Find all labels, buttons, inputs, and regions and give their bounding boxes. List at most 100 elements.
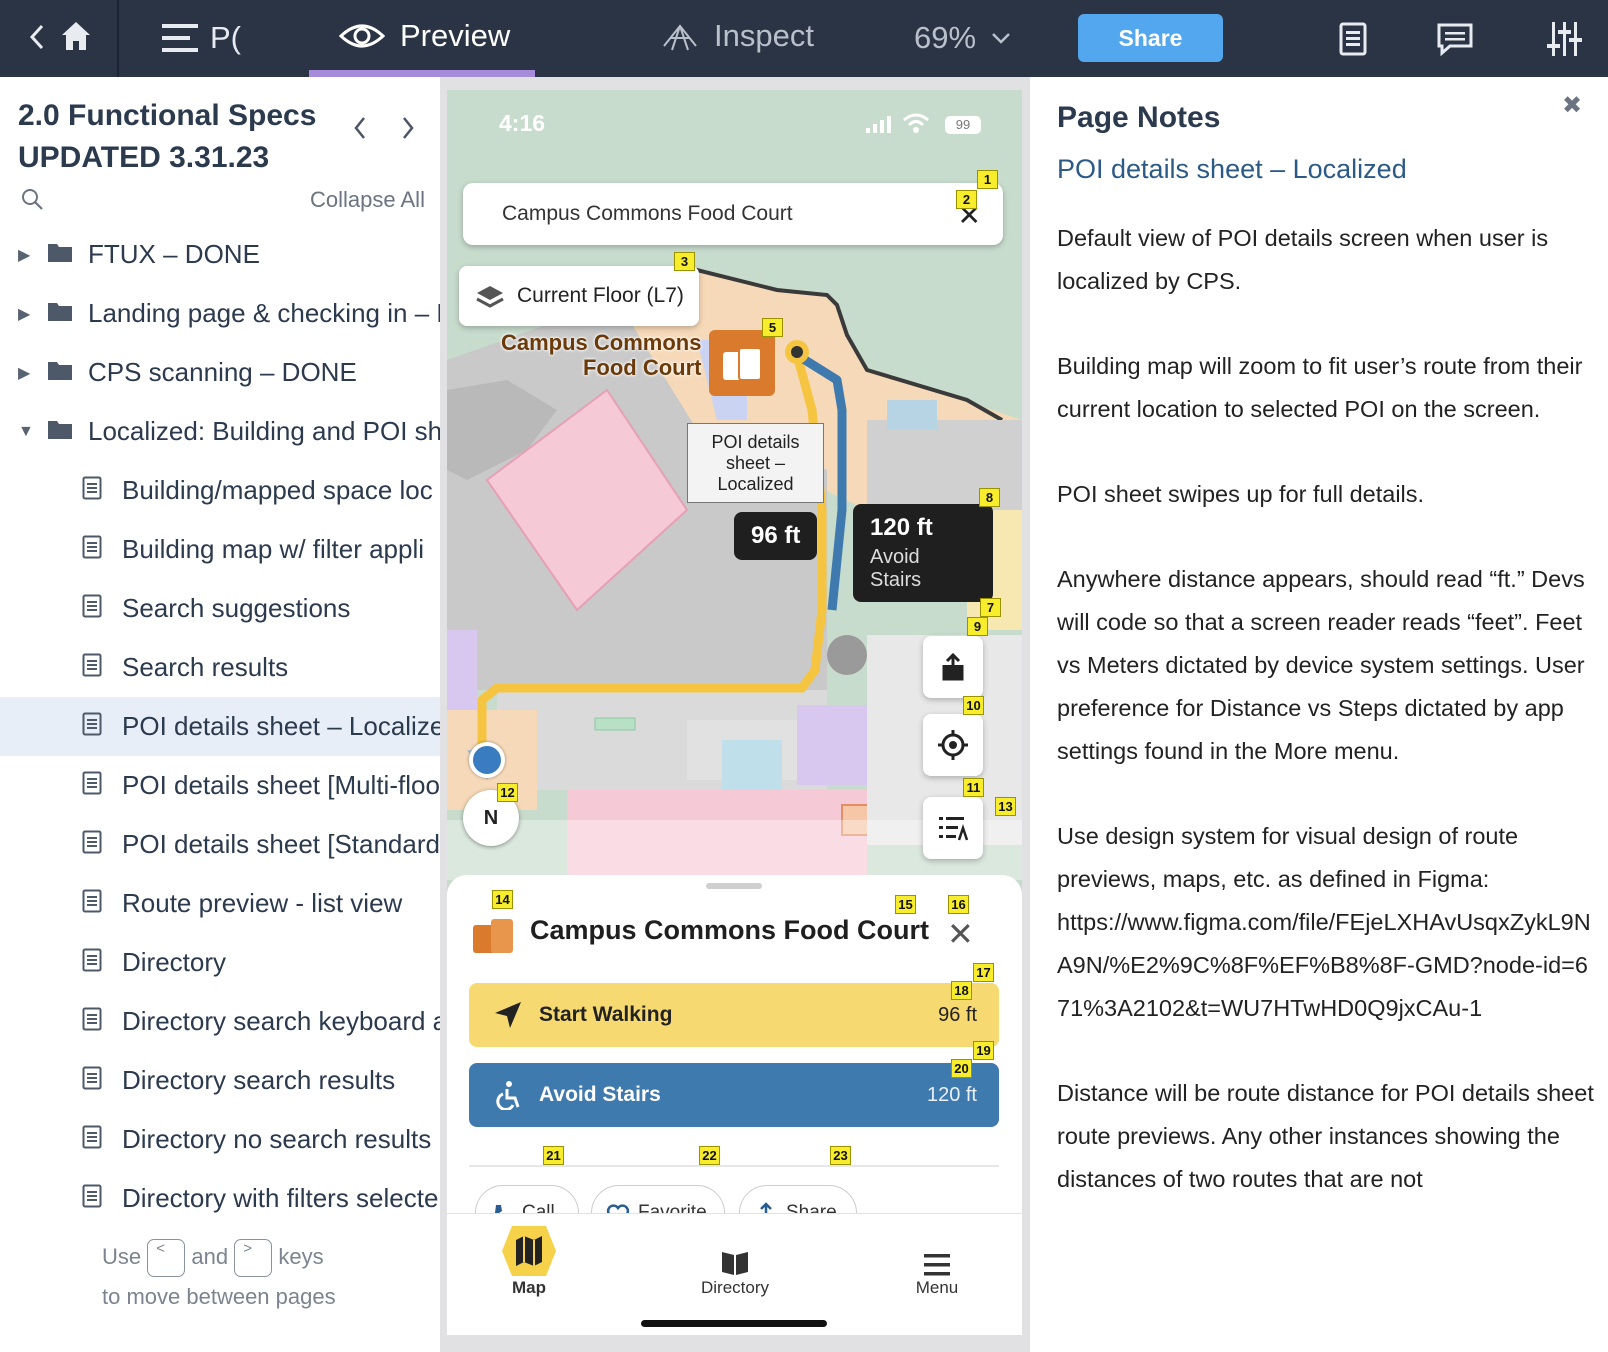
back-icon[interactable]	[28, 22, 46, 52]
start-walking-button[interactable]: Start Walking 96 ft	[469, 983, 999, 1047]
tree-item-label: Directory with filters selecte	[122, 1183, 439, 1213]
tree-item-label: Directory search results	[122, 1065, 396, 1095]
close-notes-icon[interactable]: ✖	[1562, 91, 1582, 120]
annotation-marker[interactable]: 5	[762, 318, 783, 337]
tree-page[interactable]: Building/mapped space loc	[0, 461, 440, 520]
tab-inspect[interactable]: Inspect	[660, 18, 814, 54]
search-icon[interactable]	[20, 187, 44, 216]
note-paragraph: POI sheet swipes up for full details.	[1057, 481, 1425, 507]
annotation-marker[interactable]: 15	[895, 895, 916, 914]
figma-link[interactable]: https://www.figma.com/file/FEjeLXHAvUsqx…	[1057, 909, 1591, 1021]
page-icon	[82, 1007, 102, 1036]
annotation-marker[interactable]: 1	[977, 170, 998, 189]
caret-right-icon[interactable]: ▶	[18, 363, 30, 383]
tree-page[interactable]: Directory search keyboard a	[0, 992, 440, 1051]
tab-map[interactable]: Map	[469, 1226, 589, 1298]
tree-page[interactable]: Directory	[0, 933, 440, 992]
tree-page[interactable]: Route preview - list view	[0, 874, 440, 933]
status-time: 4:16	[499, 110, 546, 136]
tab-menu-label: Menu	[915, 1278, 959, 1297]
recenter-button[interactable]	[923, 714, 983, 776]
tree-page[interactable]: Search suggestions	[0, 579, 440, 638]
start-walking-distance: 96 ft	[938, 1003, 977, 1026]
chevron-down-icon	[992, 33, 1010, 44]
tree-page[interactable]: POI details sheet [Multi-floo	[0, 756, 440, 815]
caret-right-icon[interactable]: ▶	[18, 245, 30, 265]
annotation-marker[interactable]: 18	[951, 981, 972, 1000]
tab-directory[interactable]: Directory	[675, 1228, 795, 1298]
annotation-marker[interactable]: 16	[948, 895, 969, 914]
caret-down-icon[interactable]: ▼	[18, 423, 34, 441]
tree-item-label: Landing page & checking in – D	[88, 298, 440, 328]
book-icon	[722, 1252, 748, 1275]
stairs-distance-badge[interactable]: 120 ft Avoid Stairs	[853, 504, 993, 602]
page-icon	[82, 594, 102, 623]
share-location-button[interactable]	[923, 636, 983, 698]
zoom-select[interactable]: 69%	[914, 20, 1012, 56]
home-icon[interactable]	[58, 18, 94, 54]
tree-page[interactable]: Directory no search results	[0, 1110, 440, 1169]
tree-folder[interactable]: ▶ CPS scanning – DONE	[0, 343, 440, 402]
annotation-marker[interactable]: 11	[963, 778, 984, 797]
tree-folder[interactable]: ▼ Localized: Building and POI sh	[0, 402, 440, 461]
annotation-marker[interactable]: 17	[973, 963, 994, 982]
tree-page[interactable]: Building map w/ filter appli	[0, 520, 440, 579]
sheet-grabber[interactable]	[706, 883, 762, 889]
food-court-icon	[473, 919, 513, 953]
pages-menu-button[interactable]: P(	[160, 20, 241, 56]
tree-item-label: Building map w/ filter appli	[122, 534, 425, 564]
annotation-marker[interactable]: 20	[951, 1059, 972, 1078]
tree-folder[interactable]: ▶ Landing page & checking in – D	[0, 284, 440, 343]
tab-preview[interactable]: Preview	[338, 18, 510, 54]
prev-page-icon[interactable]	[352, 115, 368, 149]
avoid-stairs-button[interactable]: Avoid Stairs 120 ft	[469, 1063, 999, 1127]
notes-body: Default view of POI details screen when …	[1057, 217, 1597, 1243]
annotation-marker[interactable]: 2	[956, 190, 977, 209]
annotation-marker[interactable]: 3	[674, 252, 695, 271]
comments-icon[interactable]	[1436, 22, 1474, 56]
annotation-marker[interactable]: 7	[980, 598, 1001, 617]
page-icon	[82, 476, 102, 505]
map-search-field[interactable]: Campus Commons Food Court ✕	[463, 183, 1003, 245]
hint-line2: to move between pages	[102, 1284, 336, 1310]
tree-page[interactable]: POI details sheet [Standard	[0, 815, 440, 874]
annotation-marker[interactable]: 12	[497, 783, 518, 802]
tree-page[interactable]: Directory search results	[0, 1051, 440, 1110]
food-court-pin-icon[interactable]	[709, 330, 785, 396]
annotation-marker[interactable]: 14	[492, 890, 513, 909]
notes-toggle-icon[interactable]	[1338, 22, 1368, 56]
share-button[interactable]: Share	[1078, 14, 1223, 62]
close-sheet-icon[interactable]: ✕	[947, 915, 974, 953]
annotation-marker[interactable]: 8	[979, 488, 1000, 507]
signal-icon	[865, 114, 893, 139]
annotation-marker[interactable]: 19	[973, 1041, 994, 1060]
tree-folder[interactable]: ▶ FTUX – DONE	[0, 225, 440, 284]
page-tree-sidebar: 2.0 Functional Specs UPDATED 3.31.23 Col…	[0, 77, 440, 1352]
collapse-all-link[interactable]: Collapse All	[310, 187, 425, 213]
map-legend-button[interactable]	[923, 797, 983, 859]
annotation-marker[interactable]: 22	[699, 1146, 720, 1165]
prev-key-icon: <	[147, 1239, 186, 1278]
annotation-marker[interactable]: 9	[967, 617, 988, 636]
stairs-distance-value: 120 ft	[870, 514, 933, 541]
annotation-marker[interactable]: 13	[995, 797, 1016, 816]
wifi-icon	[902, 112, 930, 139]
walk-distance-badge[interactable]: 96 ft	[734, 512, 818, 560]
annotation-marker[interactable]: 21	[543, 1146, 564, 1165]
tab-menu[interactable]: Menu	[877, 1228, 997, 1298]
settings-sliders-icon[interactable]	[1546, 20, 1582, 58]
accessible-icon	[496, 1081, 520, 1110]
next-page-icon[interactable]	[400, 115, 416, 149]
poi-title: Campus Commons Food Court	[530, 915, 929, 945]
current-floor-button[interactable]: Current Floor (L7)	[459, 266, 699, 326]
annotation-marker[interactable]: 10	[963, 696, 984, 715]
caret-right-icon[interactable]: ▶	[18, 304, 30, 324]
toolbar-divider	[117, 0, 119, 77]
tree-page[interactable]: Directory with filters selecte	[0, 1169, 440, 1228]
battery-indicator: 99	[945, 116, 981, 134]
tree-page[interactable]: Search results	[0, 638, 440, 697]
annotation-marker[interactable]: 23	[830, 1146, 851, 1165]
page-icon	[82, 889, 102, 918]
tree-page[interactable]: POI details sheet – Localize	[0, 697, 440, 756]
tree-item-label: Building/mapped space loc	[122, 475, 433, 505]
